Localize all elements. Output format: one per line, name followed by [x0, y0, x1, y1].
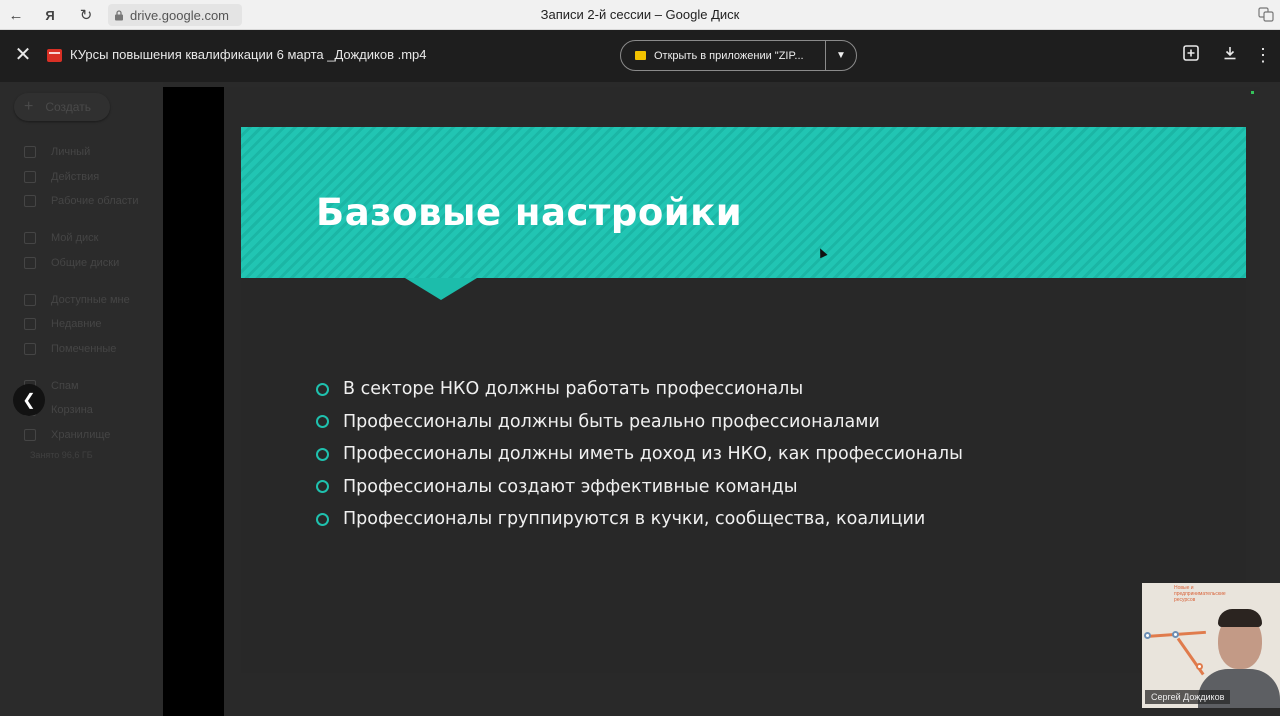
plus-icon: + [24, 98, 34, 115]
sidebar-item-starred[interactable]: Помеченные [24, 341, 116, 357]
sidebar-item-shared-with-me[interactable]: Доступные мне [24, 292, 130, 308]
list-item: Профессионалы создают эффективные команд… [316, 471, 963, 504]
bullet-text: В секторе НКО должны работать профессион… [343, 379, 804, 400]
previous-file-button[interactable]: ❮ [13, 384, 45, 416]
bullet-text: Профессионалы создают эффективные команд… [343, 476, 798, 497]
list-item: Профессионалы должны иметь доход из НКО,… [316, 438, 963, 471]
bullet-circle-icon [316, 447, 329, 461]
sidebar-item-label: Спам [51, 380, 79, 392]
workspace-icon [24, 195, 36, 207]
slide-bullet-list: В секторе НКО должны работать профессион… [316, 373, 963, 536]
viewer-header: ✕ КУрсы повышения квалификации 6 марта _… [0, 30, 1280, 82]
create-button[interactable]: + Создать [14, 93, 110, 121]
sidebar-item-label: Личный [51, 146, 91, 158]
bullet-circle-icon [316, 382, 329, 396]
video-file-icon [47, 49, 62, 62]
list-item: Профессионалы группируются в кучки, сооб… [316, 503, 963, 536]
wall-note: Новые и предпринимательские ресурсов [1174, 585, 1226, 603]
bullet-circle-icon [316, 480, 329, 494]
more-vert-icon[interactable]: ⋮ [1252, 44, 1274, 66]
sidebar-item-recent[interactable]: Недавние [24, 316, 102, 332]
home-icon [24, 146, 36, 158]
sidebar-item-shared-drives[interactable]: Общие диски [24, 255, 119, 271]
clock-icon [24, 318, 36, 330]
zip-app-icon [635, 51, 646, 60]
lock-icon [115, 9, 123, 20]
url-text: drive.google.com [130, 7, 229, 23]
sidebar-item-label: Корзина [51, 404, 93, 416]
create-label: Создать [45, 100, 91, 114]
person-hair [1218, 609, 1262, 627]
sidebar-item-label: Общие диски [51, 257, 120, 269]
bell-icon [24, 171, 36, 183]
sidebar-item-label: Помеченные [51, 343, 117, 355]
drive-icon [24, 232, 36, 244]
open-with-label: Открыть в приложении "ZIP... [654, 49, 804, 62]
download-icon[interactable] [1219, 44, 1241, 66]
bullet-text: Профессионалы группируются в кучки, сооб… [343, 509, 926, 530]
sidebar-item-label: Рабочие области [51, 195, 139, 207]
sidebar-item-label: Действия [51, 171, 100, 183]
slide-title: Базовые настройки [316, 191, 743, 234]
cloud-icon [24, 429, 36, 441]
sidebar-item-personal[interactable]: Личный [24, 144, 90, 160]
bullet-circle-icon [316, 512, 329, 526]
reload-icon[interactable]: ↻ [76, 5, 96, 25]
sidebar-item-label: Мой диск [51, 232, 99, 244]
sidebar-item-storage[interactable]: Хранилище [24, 427, 110, 443]
wall-node [1144, 632, 1151, 639]
list-item: В секторе НКО должны работать профессион… [316, 373, 963, 406]
bullet-circle-icon [316, 415, 329, 429]
add-to-drive-icon[interactable] [1180, 44, 1202, 66]
bullet-text: Профессионалы должны иметь доход из НКО,… [343, 444, 963, 465]
bullet-text: Профессионалы должны быть реально профес… [343, 411, 880, 432]
translate-icon[interactable] [1258, 6, 1274, 22]
address-bar[interactable]: drive.google.com [108, 4, 242, 26]
sidebar-item-workspaces[interactable]: Рабочие области [24, 193, 138, 209]
people-icon [24, 294, 36, 306]
sidebar-item-label: Хранилище [51, 429, 111, 441]
browser-toolbar: ← Я ↻ drive.google.com Записи 2-й сессии… [0, 0, 1280, 30]
chevron-left-icon: ❮ [22, 392, 36, 409]
close-icon[interactable]: ✕ [12, 44, 34, 66]
storage-usage: Занято 96,6 ГБ [30, 450, 93, 460]
sidebar-item-activity[interactable]: Действия [24, 169, 99, 185]
shared-drive-icon [24, 257, 36, 269]
wall-node [1172, 631, 1179, 638]
yandex-icon[interactable]: Я [40, 5, 60, 25]
banner-notch [405, 278, 477, 300]
sidebar-item-my-drive[interactable]: Мой диск [24, 230, 98, 246]
presentation-slide: Базовые настройки В секторе НКО должны р… [241, 127, 1246, 673]
open-with-dropdown[interactable]: ▼ [826, 50, 856, 61]
sidebar-item-label: Недавние [51, 318, 102, 330]
participant-name: Сергей Дождиков [1145, 690, 1231, 704]
list-item: Профессионалы должны быть реально профес… [316, 406, 963, 439]
open-with-button[interactable]: Открыть в приложении "ZIP... ▼ [620, 40, 857, 71]
file-name: КУрсы повышения квалификации 6 марта _До… [70, 47, 427, 62]
recording-indicator [1251, 91, 1254, 94]
back-arrow-icon[interactable]: ← [6, 5, 26, 25]
star-icon [24, 343, 36, 355]
webcam-overlay: Новые и предпринимательские ресурсов Сер… [1142, 583, 1280, 708]
wall-node [1196, 663, 1203, 670]
sidebar-item-label: Доступные мне [51, 294, 130, 306]
